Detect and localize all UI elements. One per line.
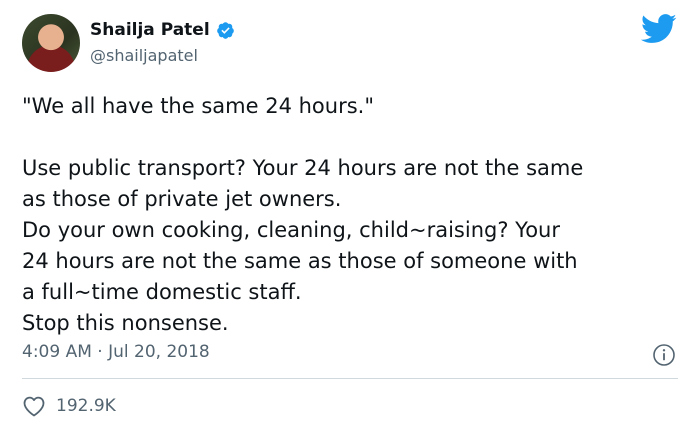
tweet-line-cooking: Do your own cooking, cleaning, child~rai…	[22, 218, 578, 304]
divider	[22, 378, 678, 379]
author-name-row: Shailja Patel	[90, 20, 235, 40]
tweet-timestamp[interactable]: 4:09 AM · Jul 20, 2018	[22, 342, 210, 362]
meta-separator: ·	[97, 342, 103, 362]
tweet-line-quote: "We all have the same 24 hours."	[22, 94, 374, 118]
tweet-line-nonsense: Stop this nonsense.	[22, 311, 229, 335]
author-name[interactable]: Shailja Patel	[90, 20, 210, 40]
tweet-date: Jul 20, 2018	[108, 342, 210, 362]
verified-badge-icon	[216, 21, 234, 39]
tweet-time: 4:09 AM	[22, 342, 92, 362]
avatar[interactable]	[22, 14, 80, 72]
info-icon[interactable]	[652, 343, 676, 367]
twitter-bird-icon[interactable]	[641, 14, 677, 44]
tweet-line-transport: Use public transport? Your 24 hours are …	[22, 156, 584, 211]
author-handle[interactable]: @shailjapatel	[90, 46, 198, 65]
heart-icon	[23, 396, 45, 417]
like-button[interactable]: 192.9K	[22, 395, 116, 417]
tweet-blank-line	[22, 122, 682, 153]
tweet-text: "We all have the same 24 hours." Use pub…	[22, 91, 682, 339]
tweet-card: Shailja Patel @shailjapatel "We all have…	[0, 0, 700, 433]
like-count: 192.9K	[56, 396, 116, 416]
